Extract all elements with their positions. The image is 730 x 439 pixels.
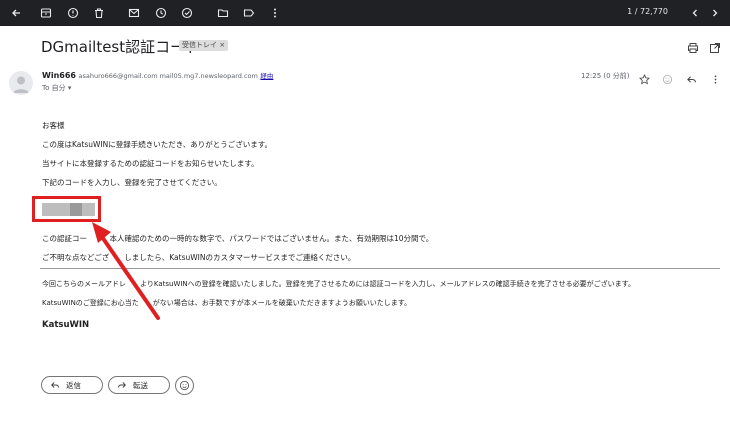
top-toolbar: 1 / 72,770 (0, 0, 730, 26)
delete-icon[interactable] (92, 6, 106, 20)
body-line-1: この度はKatsuWINに登録手続きいただき、ありがとうございます。 (42, 140, 272, 149)
reply-label: 返信 (66, 380, 81, 390)
label-icon[interactable] (242, 6, 256, 20)
archive-icon[interactable] (39, 6, 53, 20)
sender-name: Win666 (42, 71, 76, 80)
print-icon[interactable] (687, 39, 699, 53)
move-to-icon[interactable] (216, 6, 230, 20)
via-link[interactable]: 経由 (260, 72, 273, 80)
inbox-label-chip[interactable]: 受信トレイ × (179, 40, 229, 51)
reply-icon[interactable] (686, 70, 697, 83)
reply-icon (51, 382, 60, 388)
body-line-7: KatsuWINのご登録にお心当た がない場合は、お手数ですが本メールを破棄いた… (42, 299, 412, 307)
greeting: お客様 (42, 121, 65, 130)
sender-address: asahuro666@gmail.com mail05.mg7.newsleop… (78, 72, 258, 80)
recipient-dropdown[interactable]: To 自分 ▾ (42, 83, 71, 93)
body-line-4: この認証コー 、本人確認のための一時的な数字で、パスワードではございません。また… (42, 234, 434, 243)
emoji-reaction-icon[interactable] (662, 70, 673, 85)
next-message-icon[interactable] (708, 6, 722, 20)
more-options-icon[interactable] (710, 70, 721, 84)
forward-icon (117, 382, 126, 388)
signature: KatsuWIN (42, 320, 90, 330)
body-line-5: ご不明な点などござ しましたら、KatsuWINのカスタマーサービスまでご連絡く… (42, 253, 356, 262)
avatar (9, 71, 33, 95)
forward-label: 転送 (133, 380, 148, 390)
reply-button[interactable]: 返信 (41, 376, 103, 394)
body-line-2: 当サイトに本登録するための認証コードをお知らせいたします。 (42, 159, 259, 168)
body-line-6: 今回こちらのメールアドレ よりKatsuWINへの登録を確認いたしました。登録を… (42, 280, 635, 288)
more-icon[interactable] (268, 6, 282, 20)
sender-line: Win666 asahuro666@gmail.com mail05.mg7.n… (42, 70, 273, 80)
star-icon[interactable] (638, 70, 651, 85)
add-task-icon[interactable] (180, 6, 194, 20)
email-subject: DGmailtest認証コード (41, 38, 201, 56)
mark-unread-icon[interactable] (127, 6, 141, 20)
annotation-arrow (92, 222, 160, 320)
smiley-icon (179, 380, 190, 391)
emoji-button[interactable] (175, 376, 194, 395)
highlight-box (32, 196, 101, 222)
divider (40, 268, 720, 269)
email-timestamp: 12:25 (0 分前) (581, 72, 630, 80)
open-new-window-icon[interactable] (709, 39, 721, 53)
spam-icon[interactable] (66, 6, 80, 20)
forward-button[interactable]: 転送 (108, 376, 170, 394)
message-count: 1 / 72,770 (627, 7, 668, 16)
snooze-icon[interactable] (154, 6, 168, 20)
body-line-3: 下記のコードを入力し、登録を完了させてください。 (42, 178, 222, 187)
back-icon[interactable] (9, 6, 23, 20)
prev-message-icon[interactable] (688, 6, 702, 20)
